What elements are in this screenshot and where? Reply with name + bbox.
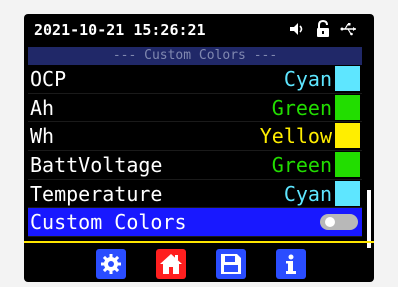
status-bar: 2021-10-21 15:26:21	[24, 14, 374, 44]
color-swatch	[335, 66, 360, 91]
datetime-label: 2021-10-21 15:26:21	[34, 21, 206, 39]
usb-icon	[340, 20, 358, 38]
home-icon	[160, 254, 182, 274]
row-label: BattVoltage	[30, 153, 163, 178]
settings-button[interactable]	[96, 249, 126, 279]
custom-colors-toggle[interactable]	[320, 214, 358, 231]
menu-row-battvoltage[interactable]: BattVoltage Green	[28, 151, 362, 180]
settings-icon	[101, 254, 121, 274]
menu-row-temperature[interactable]: Temperature Cyan	[28, 180, 362, 209]
info-icon	[286, 254, 296, 274]
home-button[interactable]	[156, 249, 186, 279]
row-color-value: Cyan	[283, 181, 332, 206]
row-color-value: Yellow	[259, 124, 332, 149]
menu-row-ah[interactable]: Ah Green	[28, 94, 362, 123]
toolbar-separator	[24, 241, 374, 243]
color-swatch	[335, 94, 360, 120]
row-label: Custom Colors	[30, 210, 187, 235]
save-icon	[221, 254, 241, 274]
menu-row-custom-colors[interactable]: Custom Colors	[28, 208, 362, 238]
color-swatch	[335, 123, 360, 149]
menu-row-ocp[interactable]: OCP Cyan	[28, 65, 362, 94]
row-label: Wh	[30, 124, 55, 149]
settings-menu: --- Custom Colors --- OCP Cyan Ah Green …	[28, 47, 362, 251]
save-button[interactable]	[216, 249, 246, 279]
color-swatch	[335, 152, 360, 178]
row-label: OCP	[30, 67, 67, 91]
bottom-toolbar	[24, 247, 374, 282]
row-color-value: Cyan	[283, 67, 332, 91]
row-label: Ah	[30, 95, 55, 120]
unlocked-icon	[314, 19, 332, 38]
row-color-value: Green	[271, 153, 332, 178]
speaker-icon	[288, 20, 306, 38]
row-color-value: Green	[271, 95, 332, 120]
device-screen: 2021-10-21 15:26:21 --- Custom Colors --…	[24, 14, 374, 282]
menu-row-wh[interactable]: Wh Yellow	[28, 122, 362, 152]
color-swatch	[335, 180, 360, 206]
scrollbar-thumb[interactable]	[367, 190, 371, 248]
row-label: Temperature	[30, 181, 163, 206]
info-button[interactable]	[276, 249, 306, 279]
menu-header: --- Custom Colors ---	[28, 47, 362, 65]
toggle-knob	[325, 217, 335, 228]
